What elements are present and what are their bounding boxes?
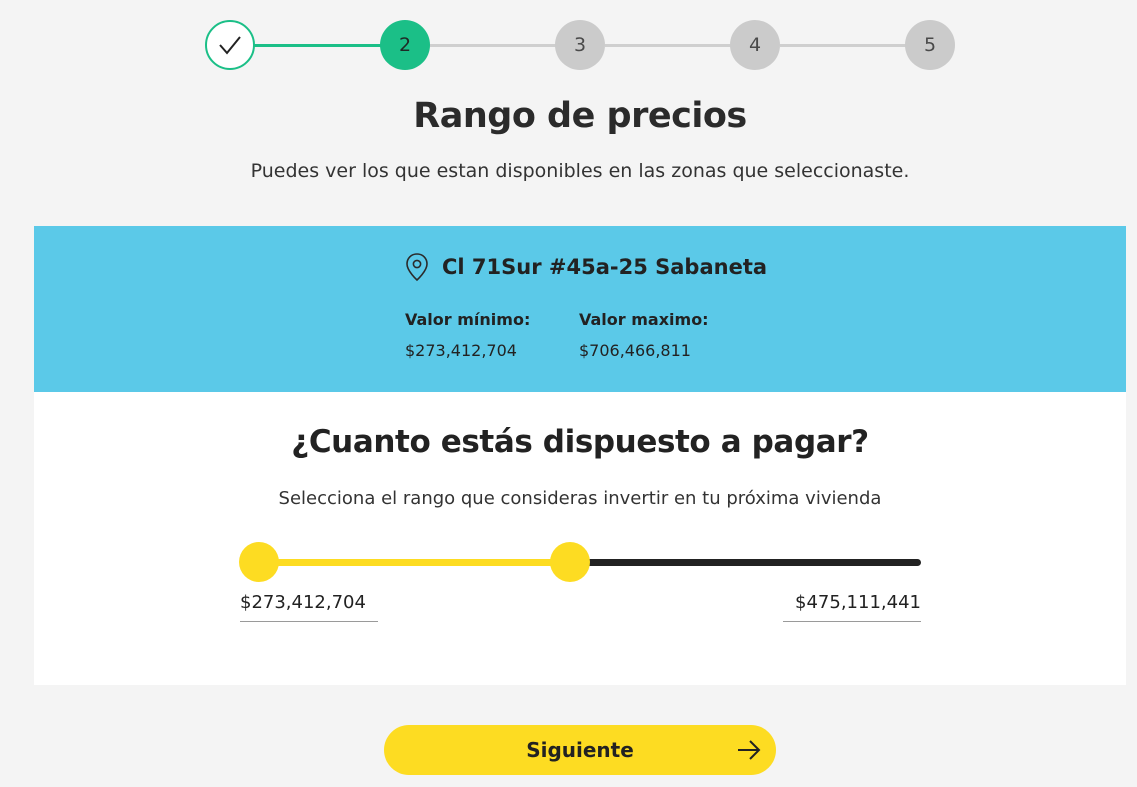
location-pin-icon [406,253,428,282]
max-value-label: Valor maximo: [579,310,709,329]
step-5[interactable]: 5 [905,20,955,70]
max-value-block: Valor maximo: $706,466,811 [579,310,709,360]
step-number: 2 [398,34,412,56]
next-button-label: Siguiente [526,738,634,762]
step-connector [605,44,731,47]
page-subtitle: Puedes ver los que estan disponibles en … [250,160,910,182]
min-price-input[interactable]: $273,412,704 [240,588,378,622]
min-value: $273,412,704 [405,341,517,360]
step-number: 3 [573,34,587,56]
step-connector [430,44,556,47]
page-title: Rango de precios [413,96,747,136]
step-number: 4 [748,34,762,56]
range-slider-max-handle[interactable] [550,542,591,582]
location-info-panel: Cl 71Sur #45a-25 Sabaneta Valor mínimo: … [34,226,1126,392]
address-text: Cl 71Sur #45a-25 Sabaneta [442,255,768,279]
price-question: ¿Cuanto estás dispuesto a pagar? [291,424,869,460]
step-4[interactable]: 4 [730,20,780,70]
step-connector [780,44,906,47]
min-value-label: Valor mínimo: [405,310,531,329]
min-value-block: Valor mínimo: $273,412,704 [405,310,530,360]
price-range-card: ¿Cuanto estás dispuesto a pagar? Selecci… [34,392,1126,685]
step-2[interactable]: 2 [380,20,430,70]
arrow-right-icon [738,740,761,760]
step-3[interactable]: 3 [555,20,605,70]
price-hint: Selecciona el rango que consideras inver… [278,488,882,509]
address-row: Cl 71Sur #45a-25 Sabaneta [404,252,767,282]
next-button[interactable]: Siguiente [384,725,776,775]
range-slider-min-handle[interactable] [239,542,279,582]
max-price-input[interactable]: $475,111,441 [783,588,921,622]
range-slider-selection [259,559,571,566]
max-value: $706,466,811 [579,341,691,360]
step-number: 5 [923,34,937,56]
step-connector [254,44,381,47]
progress-stepper: 2 3 4 5 [0,0,1137,90]
step-1[interactable] [205,20,255,70]
check-icon [219,36,241,55]
